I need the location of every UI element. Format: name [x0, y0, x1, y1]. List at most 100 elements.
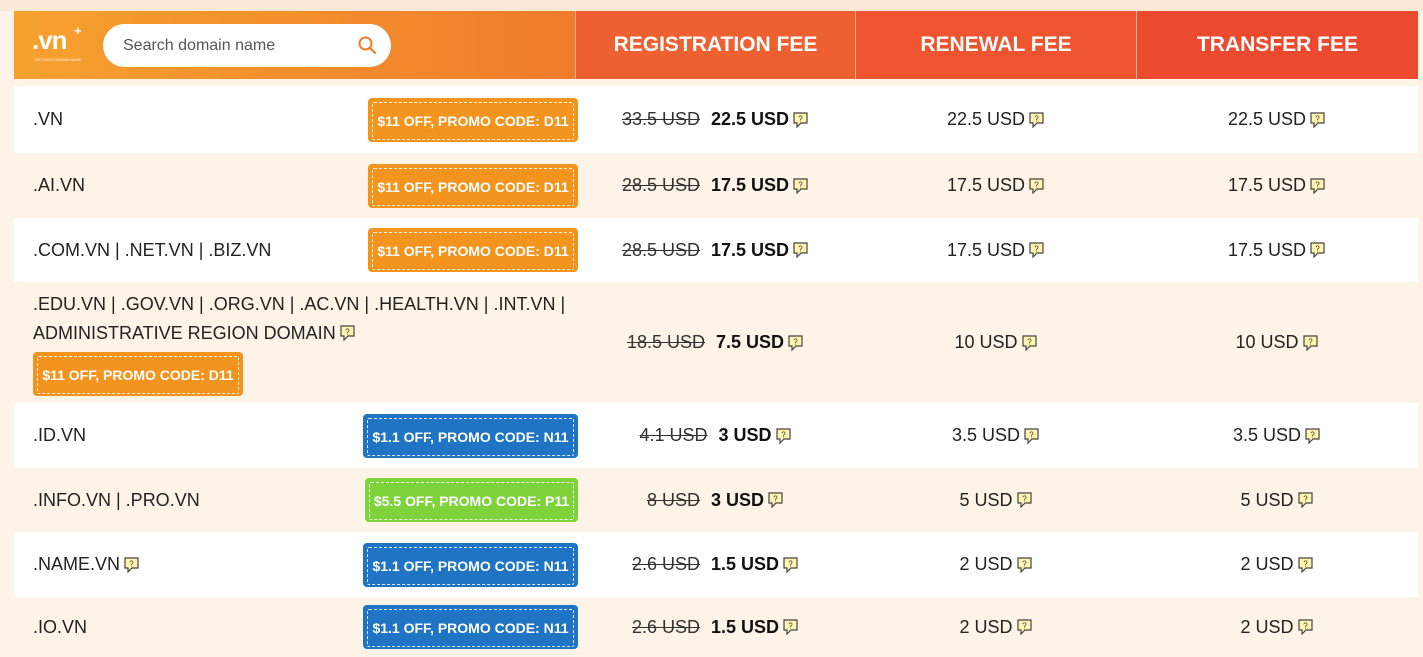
- svg-text:?: ?: [798, 114, 803, 123]
- svg-text:?: ?: [788, 622, 793, 631]
- question-note-icon[interactable]: ?: [1297, 556, 1313, 573]
- table-row: .ID.VN $1.1 OFF, PROMO CODE: N11 4.1 USD…: [14, 403, 1418, 468]
- domain-cell: .NAME.VN? $1.1 OFF, PROMO CODE: N11: [14, 532, 578, 597]
- svg-text:?: ?: [1029, 430, 1034, 439]
- question-note-icon[interactable]: ?: [775, 427, 791, 444]
- new-price: 17.5 USD: [711, 175, 790, 195]
- domain-name-line-2-text: ADMINISTRATIVE REGION DOMAIN: [33, 322, 336, 343]
- svg-text:?: ?: [1315, 180, 1320, 189]
- question-note-icon[interactable]: ?: [1310, 111, 1325, 128]
- registration-fee-cell: 2.6 USD 1.5 USD ?: [575, 617, 855, 638]
- renewal-fee-cell: 2 USD ?: [855, 554, 1136, 575]
- question-note-icon[interactable]: ?: [1016, 556, 1032, 573]
- question-note-icon[interactable]: ?: [1016, 492, 1032, 508]
- old-price: 8 USD: [646, 489, 700, 510]
- question-note-icon[interactable]: ?: [1029, 177, 1044, 194]
- question-note-icon[interactable]: ?: [1297, 619, 1313, 635]
- question-note-icon[interactable]: ?: [340, 324, 355, 341]
- question-note-icon[interactable]: ?: [783, 556, 798, 573]
- promo-code-label: $11 OFF, PROMO CODE: D11: [372, 167, 574, 206]
- svg-text:?: ?: [1034, 180, 1039, 189]
- domain-cell: .ID.VN $1.1 OFF, PROMO CODE: N11: [14, 403, 578, 468]
- question-note-icon[interactable]: ?: [1310, 242, 1325, 258]
- new-price: 22.5 USD: [711, 109, 790, 129]
- promo-code-label: $11 OFF, PROMO CODE: D11: [372, 232, 574, 270]
- transfer-fee-cell: 2 USD ?: [1136, 554, 1417, 575]
- renewal-fee-cell: 17.5 USD ?: [855, 240, 1136, 261]
- old-price: 18.5 USD: [626, 332, 705, 352]
- question-note-icon[interactable]: ?: [793, 177, 808, 194]
- transfer-fee-cell: 17.5 USD ?: [1136, 240, 1417, 261]
- svg-text:?: ?: [773, 495, 778, 504]
- transfer-price: 2 USD: [1240, 554, 1294, 574]
- table-row: .NAME.VN? $1.1 OFF, PROMO CODE: N11 2.6 …: [14, 532, 1418, 597]
- question-note-icon[interactable]: ?: [1029, 111, 1044, 128]
- domain-cell: .EDU.VN | .GOV.VN | .ORG.VN | .AC.VN | .…: [14, 282, 575, 403]
- renewal-price: 17.5 USD: [946, 175, 1026, 195]
- svg-text:?: ?: [129, 559, 134, 568]
- question-note-icon[interactable]: ?: [783, 619, 798, 635]
- svg-text:?: ?: [793, 337, 798, 346]
- promo-badge[interactable]: $11 OFF, PROMO CODE: D11: [368, 163, 578, 208]
- question-note-icon[interactable]: ?: [1016, 619, 1032, 635]
- registration-fee-cell: 2.6 USD 1.5 USD ?: [575, 554, 855, 575]
- question-note-icon[interactable]: ?: [793, 111, 808, 128]
- svg-text:?: ?: [1315, 114, 1320, 123]
- domain-name-line-2: ADMINISTRATIVE REGION DOMAIN?: [33, 319, 565, 348]
- question-note-icon[interactable]: ?: [1021, 334, 1037, 351]
- domain-name: .IO.VN: [33, 616, 88, 637]
- table-row: .VN $11 OFF, PROMO CODE: D11 33.5 USD 22…: [14, 86, 1418, 153]
- promo-code-label: $11 OFF, PROMO CODE: D11: [37, 355, 239, 394]
- domain-cell: .AI.VN $11 OFF, PROMO CODE: D11: [14, 153, 578, 218]
- renewal-fee-cell: 22.5 USD ?: [855, 109, 1136, 130]
- domain-cell: .INFO.VN | .PRO.VN $5.5 OFF, PROMO CODE:…: [14, 468, 578, 532]
- renewal-fee-cell: 2 USD ?: [855, 617, 1136, 638]
- transfer-fee-cell: 5 USD ?: [1136, 490, 1417, 511]
- promo-badge[interactable]: $1.1 OFF, PROMO CODE: N11: [363, 413, 578, 458]
- table-row: .INFO.VN | .PRO.VN $5.5 OFF, PROMO CODE:…: [14, 468, 1418, 532]
- question-note-icon[interactable]: ?: [1305, 427, 1320, 444]
- transfer-price: 22.5 USD: [1227, 109, 1307, 129]
- svg-text:?: ?: [1034, 245, 1039, 254]
- question-note-icon[interactable]: ?: [1024, 427, 1039, 444]
- renewal-price: 17.5 USD: [946, 239, 1026, 260]
- svg-text:?: ?: [1308, 337, 1313, 346]
- renewal-fee-cell: 5 USD ?: [855, 490, 1136, 511]
- header-brand-area: .vn + VIETNAM DOMAIN NAME: [14, 11, 575, 79]
- promo-badge[interactable]: $1.1 OFF, PROMO CODE: N11: [363, 542, 578, 587]
- domain-name: .NAME.VN: [33, 554, 121, 574]
- question-note-icon[interactable]: ?: [1310, 177, 1325, 194]
- old-price: 2.6 USD: [631, 554, 700, 574]
- promo-badge[interactable]: $11 OFF, PROMO CODE: D11: [368, 97, 578, 142]
- question-note-icon[interactable]: ?: [793, 242, 808, 258]
- question-note-icon[interactable]: ?: [124, 556, 139, 573]
- new-price: 17.5 USD: [711, 239, 790, 260]
- promo-badge[interactable]: $1.1 OFF, PROMO CODE: N11: [363, 605, 578, 649]
- transfer-fee-cell: 3.5 USD ?: [1136, 425, 1417, 446]
- vn-logo[interactable]: .vn + VIETNAM DOMAIN NAME: [32, 23, 82, 62]
- column-header-renewal-fee: RENEWAL FEE: [855, 11, 1136, 79]
- domain-cell: .COM.VN | .NET.VN | .BIZ.VN $11 OFF, PRO…: [14, 218, 578, 282]
- table-row: .AI.VN $11 OFF, PROMO CODE: D11 28.5 USD…: [14, 153, 1418, 218]
- search-input[interactable]: [121, 35, 355, 56]
- svg-text:?: ?: [1034, 114, 1039, 123]
- domain-name: .ID.VN: [33, 425, 87, 445]
- search-icon[interactable]: [357, 35, 377, 55]
- question-note-icon[interactable]: ?: [1297, 492, 1313, 508]
- new-price: 1.5 USD: [711, 616, 780, 637]
- transfer-fee-cell: 17.5 USD ?: [1136, 175, 1417, 196]
- promo-badge[interactable]: $5.5 OFF, PROMO CODE: P11: [365, 478, 578, 522]
- registration-fee-cell: 4.1 USD 3 USD ?: [575, 425, 855, 446]
- question-note-icon[interactable]: ?: [768, 492, 783, 508]
- old-price: 28.5 USD: [621, 239, 700, 260]
- registration-fee-cell: 8 USD 3 USD ?: [575, 490, 855, 511]
- promo-badge[interactable]: $11 OFF, PROMO CODE: D11: [33, 351, 243, 396]
- question-note-icon[interactable]: ?: [1029, 242, 1044, 258]
- domain-group: .EDU.VN | .GOV.VN | .ORG.VN | .AC.VN | .…: [33, 290, 565, 396]
- svg-text:?: ?: [1310, 430, 1315, 439]
- renewal-price: 10 USD: [954, 332, 1018, 352]
- question-note-icon[interactable]: ?: [788, 334, 803, 351]
- promo-badge[interactable]: $11 OFF, PROMO CODE: D11: [368, 228, 578, 272]
- domain-cell: .IO.VN $1.1 OFF, PROMO CODE: N11: [14, 597, 578, 657]
- question-note-icon[interactable]: ?: [1302, 334, 1318, 351]
